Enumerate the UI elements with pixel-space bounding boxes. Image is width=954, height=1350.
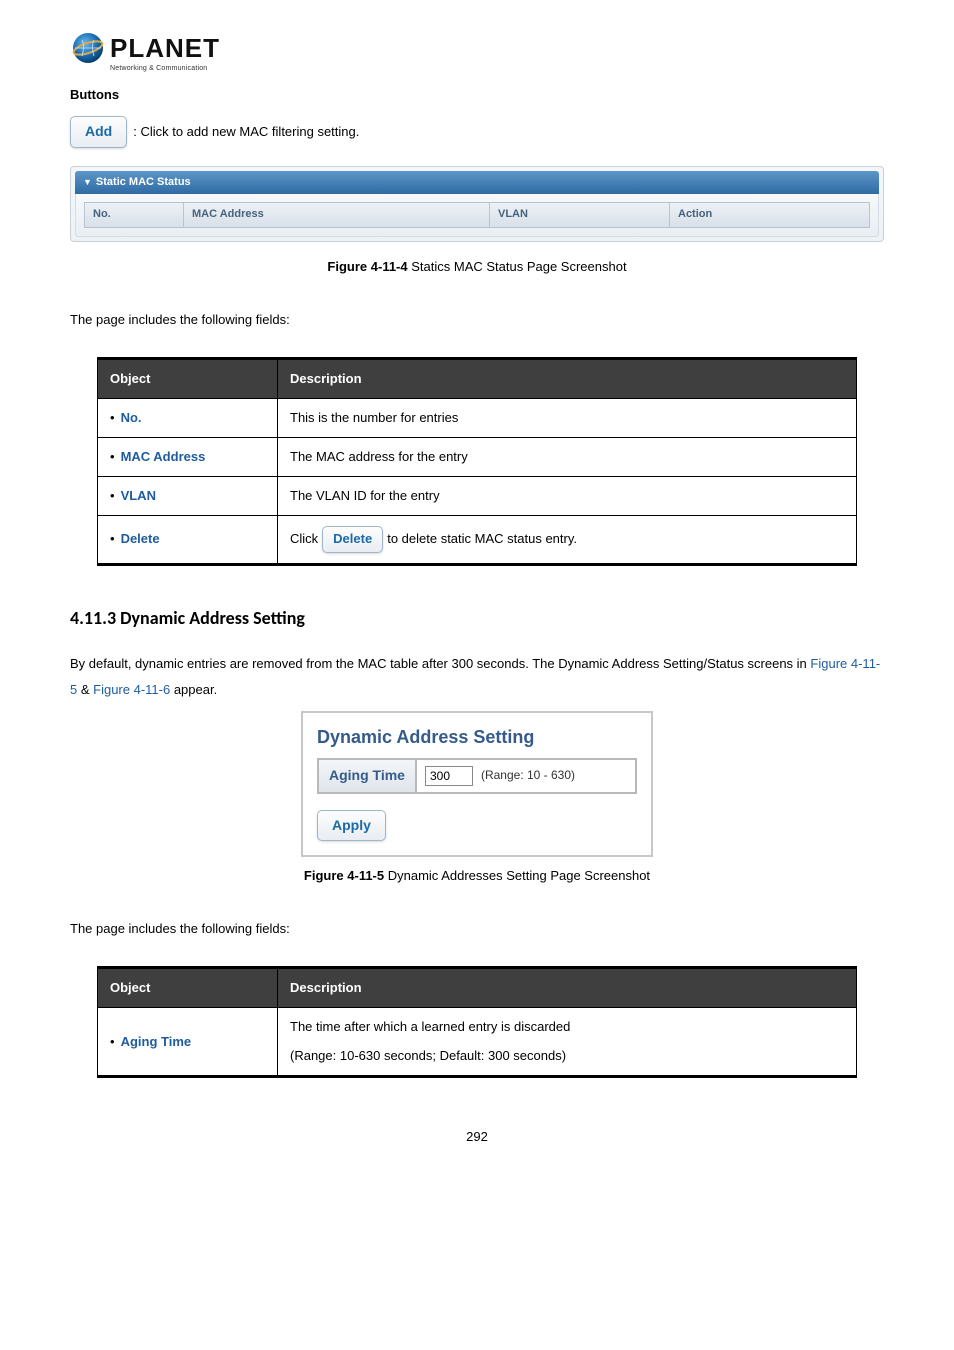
- aging-time-input[interactable]: [425, 766, 473, 786]
- table-row: •No. This is the number for entries: [98, 398, 857, 437]
- brand-logo: PLANET Networking & Communication: [70, 30, 884, 74]
- col-mac: MAC Address: [184, 202, 490, 227]
- aging-time-range: (Range: 10 - 630): [481, 767, 575, 784]
- intro-text-2: The page includes the following fields:: [70, 919, 884, 940]
- page-number: 292: [70, 1128, 884, 1146]
- table-row: •VLAN The VLAN ID for the entry: [98, 477, 857, 516]
- brand-name: PLANET: [110, 30, 220, 66]
- figure-caption-2: Figure 4-11-5 Dynamic Addresses Setting …: [70, 867, 884, 885]
- col-no: No.: [84, 202, 184, 227]
- th-object: Object: [98, 968, 278, 1008]
- th-description: Description: [278, 358, 857, 398]
- table-row: •MAC Address The MAC address for the ent…: [98, 438, 857, 477]
- delete-button[interactable]: Delete: [322, 526, 383, 552]
- apply-button[interactable]: Apply: [317, 810, 386, 842]
- panel-title: Static MAC Status: [96, 175, 191, 190]
- panel-header[interactable]: ▼ Static MAC Status: [75, 171, 879, 194]
- fields-table-2: Object Description •Aging Time The time …: [97, 966, 857, 1078]
- static-mac-table-header: No. MAC Address VLAN Action: [84, 202, 870, 227]
- table-row: •Delete Click Delete to delete static MA…: [98, 516, 857, 564]
- figure-link-2[interactable]: Figure 4-11-6: [93, 682, 170, 697]
- brand-tagline: Networking & Communication: [110, 64, 884, 74]
- add-button-desc: : Click to add new MAC filtering setting…: [133, 123, 359, 141]
- table-row: •Aging Time The time after which a learn…: [98, 1008, 857, 1076]
- col-action: Action: [670, 202, 870, 227]
- th-object: Object: [98, 358, 278, 398]
- fields-table-1: Object Description •No. This is the numb…: [97, 357, 857, 566]
- col-vlan: VLAN: [490, 202, 670, 227]
- figure-caption-1: Figure 4-11-4 Statics MAC Status Page Sc…: [70, 258, 884, 276]
- th-description: Description: [278, 968, 857, 1008]
- dynamic-address-setting-panel: Dynamic Address Setting Aging Time (Rang…: [301, 711, 653, 857]
- intro-text-1: The page includes the following fields:: [70, 310, 884, 331]
- das-title: Dynamic Address Setting: [317, 725, 637, 750]
- buttons-heading: Buttons: [70, 86, 884, 104]
- chevron-down-icon: ▼: [83, 176, 92, 189]
- add-button[interactable]: Add: [70, 116, 127, 148]
- section-paragraph: By default, dynamic entries are removed …: [70, 651, 884, 703]
- aging-time-label: Aging Time: [319, 760, 417, 792]
- static-mac-panel: ▼ Static MAC Status No. MAC Address VLAN…: [70, 166, 884, 242]
- globe-icon: [70, 30, 106, 66]
- section-heading: 4.11.3 Dynamic Address Setting: [70, 606, 884, 631]
